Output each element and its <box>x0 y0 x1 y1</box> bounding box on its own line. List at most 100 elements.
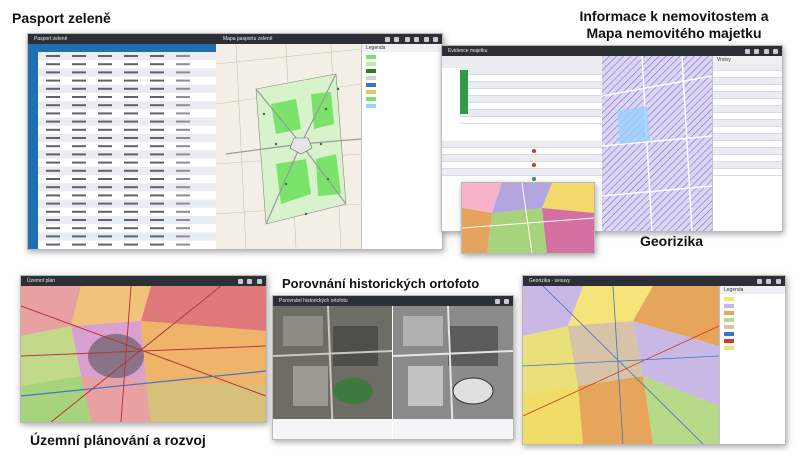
table-cell <box>46 120 60 123</box>
table-cell <box>98 63 112 66</box>
toolbar-tool-icon[interactable] <box>764 49 769 54</box>
table-cell <box>72 71 86 74</box>
table-cell <box>176 112 190 115</box>
table-cell <box>98 235 112 238</box>
toolbar-tool-icon[interactable] <box>237 279 243 284</box>
table-cell <box>176 178 190 180</box>
map-pin-icon <box>532 163 536 167</box>
table-header <box>442 56 602 68</box>
toolbar-tool-icon[interactable] <box>257 279 262 284</box>
table-cell <box>72 120 86 123</box>
table-cell <box>46 137 60 139</box>
caption-nemovitosti-line1: Informace k nemovitostem a <box>579 8 769 24</box>
table-cell <box>46 145 60 148</box>
toolbar-tool-icon[interactable] <box>413 37 419 42</box>
table-cell <box>46 71 60 74</box>
table-cell <box>46 112 60 115</box>
zoning-map[interactable] <box>21 286 266 422</box>
table-cell <box>46 55 60 57</box>
legend-swatch <box>724 346 734 350</box>
table-cell <box>46 243 60 246</box>
toolbar-tool-icon[interactable] <box>776 279 781 284</box>
table-cell <box>46 161 60 164</box>
table-cell <box>72 87 86 90</box>
table-cell <box>98 227 112 230</box>
toolbar-tool-icon[interactable] <box>756 279 762 284</box>
layers-panel: Vrstvy <box>712 56 782 231</box>
table-cell <box>46 194 60 197</box>
legend-swatch <box>366 97 376 101</box>
table-cell <box>98 243 112 246</box>
layers-list <box>713 64 782 176</box>
table-cell <box>46 202 60 205</box>
table-cell <box>150 137 164 139</box>
table-cell <box>98 161 112 164</box>
property-map[interactable] <box>602 56 712 231</box>
toolbar-tools <box>491 298 509 304</box>
table-cell <box>176 145 190 148</box>
toolbar: Georizika - sesuvy <box>523 276 785 286</box>
toolbar: Evidence majetku <box>442 46 782 56</box>
table-cell <box>98 194 112 197</box>
table-cell <box>176 153 190 156</box>
table-cell <box>176 227 190 230</box>
legend-swatch <box>724 325 734 329</box>
toolbar-tool-icon[interactable] <box>744 49 750 54</box>
ortofoto-left[interactable] <box>273 306 392 439</box>
table-cell <box>150 145 164 148</box>
table-cell <box>98 79 112 82</box>
table-cell <box>72 169 86 172</box>
table-cell <box>46 169 60 172</box>
table-cell <box>124 153 138 156</box>
table-cell <box>150 161 164 164</box>
table-cell <box>150 120 164 123</box>
toolbar-tool-icon[interactable] <box>773 49 778 54</box>
table-cell <box>72 63 86 66</box>
map-pin-icon <box>532 149 536 153</box>
table-cell <box>176 137 190 139</box>
table-cell <box>98 112 112 115</box>
table-cell <box>98 145 112 148</box>
toolbar-tool-icon[interactable] <box>504 299 509 304</box>
toolbar-tool-icon[interactable] <box>433 37 438 42</box>
table-cell <box>124 63 138 66</box>
table-cell <box>150 178 164 180</box>
table-cell <box>124 145 138 148</box>
toolbar-tool-icon[interactable] <box>495 299 500 304</box>
table-cell <box>176 87 190 90</box>
table-cell <box>124 186 138 189</box>
legend-swatch <box>724 339 734 343</box>
table-cell <box>124 243 138 246</box>
table-cell <box>46 235 60 238</box>
table-cell <box>124 227 138 230</box>
table-cell <box>150 235 164 238</box>
map-canvas <box>21 286 266 422</box>
legend-swatch <box>366 83 376 87</box>
table-cell <box>46 219 60 221</box>
toolbar-tool-icon[interactable] <box>424 37 429 42</box>
table-cell <box>98 120 112 123</box>
table-cell <box>72 112 86 115</box>
table-cell <box>124 235 138 238</box>
table-cell <box>72 178 86 180</box>
legend-swatch <box>366 90 376 94</box>
georizika-map[interactable] <box>523 286 719 444</box>
inset-map-canvas <box>462 183 594 253</box>
toolbar-tool-icon[interactable] <box>765 279 771 284</box>
table-cell <box>124 96 138 98</box>
table-cell <box>124 137 138 139</box>
table-cell <box>72 96 86 98</box>
map-view[interactable] <box>216 44 361 249</box>
toolbar-tool-icon[interactable] <box>394 37 400 42</box>
toolbar-tool-icon[interactable] <box>753 49 759 54</box>
table-cell <box>176 128 190 131</box>
toolbar-tool-icon[interactable] <box>385 37 391 42</box>
table-cell <box>124 79 138 82</box>
table-cell <box>150 96 164 98</box>
toolbar-tool-icon[interactable] <box>246 279 252 284</box>
ortofoto-right[interactable] <box>393 306 513 439</box>
toolbar-tool-icon[interactable] <box>404 37 410 42</box>
caption-uzemni: Územní plánování a rozvoj <box>30 432 206 448</box>
table-header <box>28 44 216 52</box>
table-cell <box>176 219 190 221</box>
